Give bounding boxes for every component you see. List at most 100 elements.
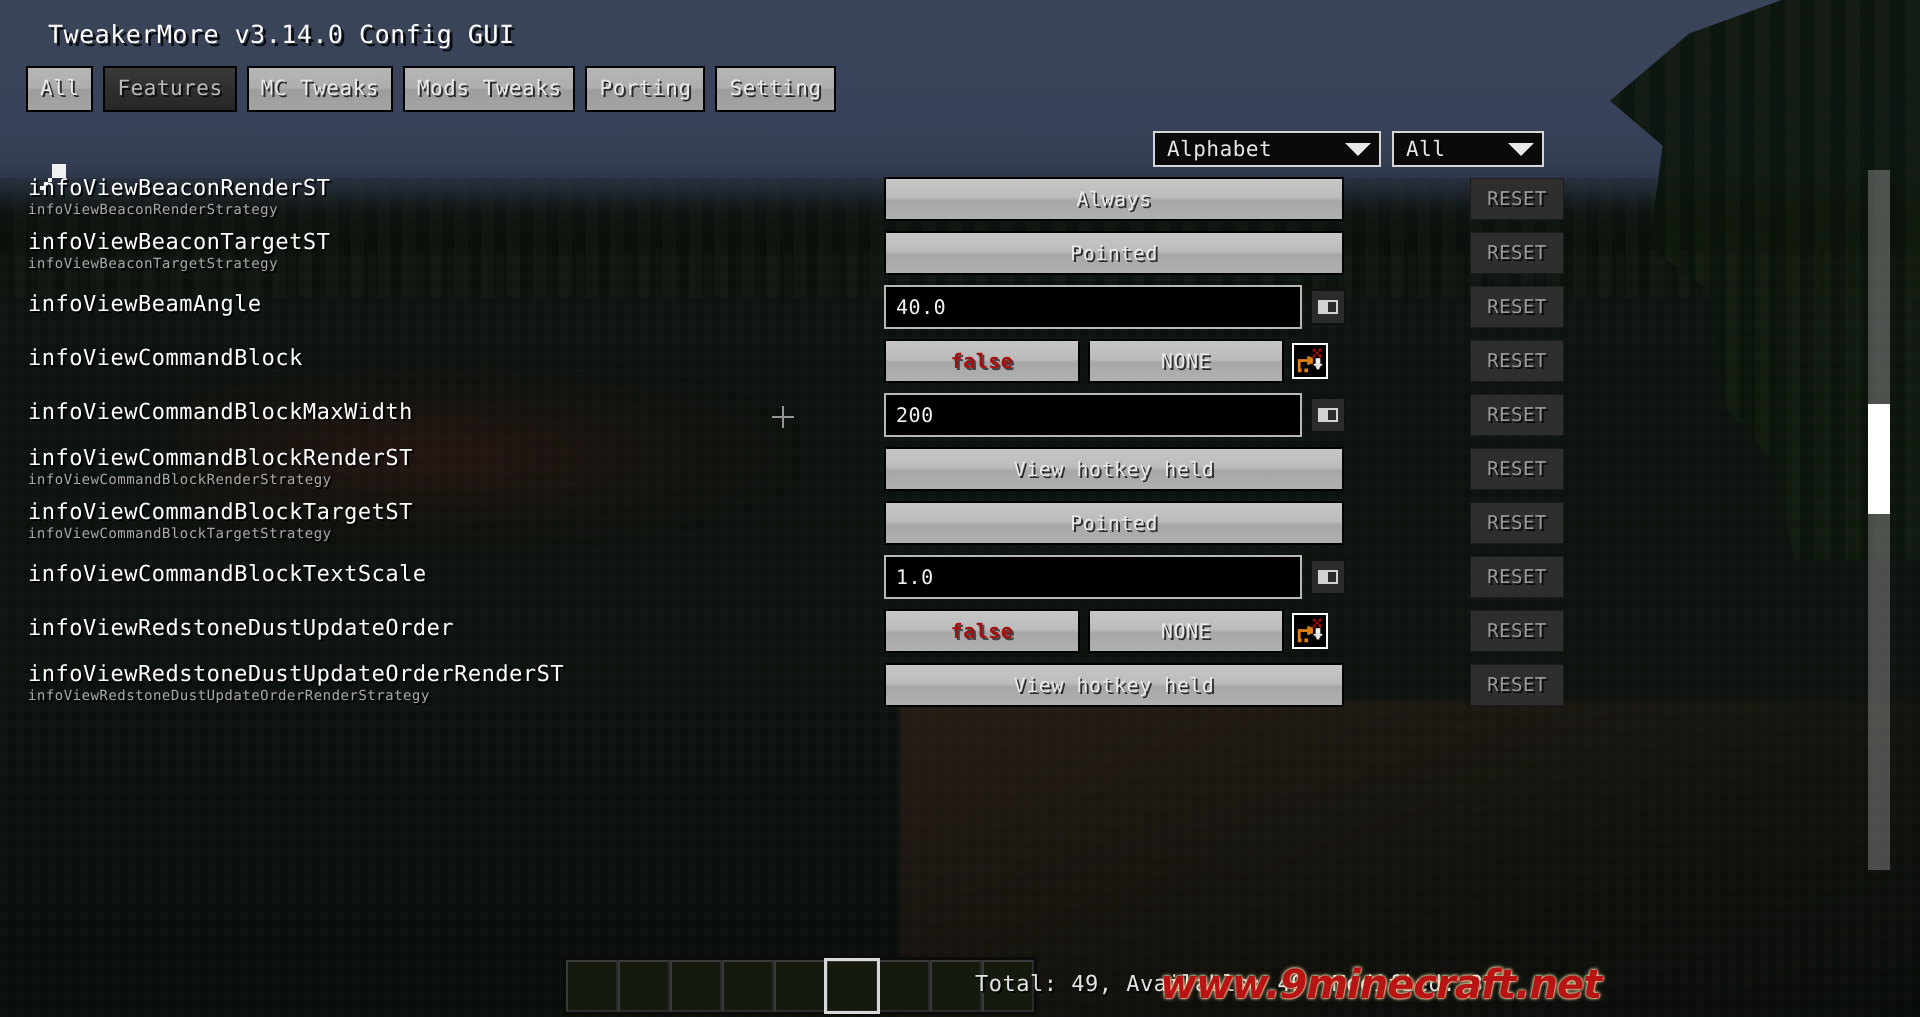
slider-toggle-glyph: [1318, 408, 1338, 422]
slider-toggle-glyph: [1318, 570, 1338, 584]
config-boolean-toggle[interactable]: false: [884, 339, 1080, 383]
tab-setting[interactable]: Setting: [715, 66, 836, 112]
config-entry-label-group: infoViewBeaconTargetST infoViewBeaconTarg…: [28, 232, 330, 272]
reset-button[interactable]: RESET: [1470, 178, 1564, 220]
config-entry-subtitle: infoViewCommandBlockRenderStrategy: [28, 472, 332, 488]
hotbar-slot[interactable]: [878, 960, 930, 1012]
config-entry-name: infoViewCommandBlockMaxWidth: [28, 400, 413, 425]
sort-order-dropdown[interactable]: Alphabet: [1153, 131, 1381, 167]
config-entry-label-group: infoViewBeaconRenderST infoViewBeaconRend…: [28, 176, 331, 218]
reset-button[interactable]: RESET: [1470, 232, 1564, 274]
hotbar-slot[interactable]: [824, 958, 880, 1014]
config-entry-list: infoViewBeaconRenderST infoViewBeaconRend…: [0, 172, 1870, 884]
config-value-input[interactable]: 1.0: [884, 555, 1302, 599]
config-gui-overlay: TweakerMore v3.14.0 Config GUI All Featur…: [0, 0, 1920, 1017]
config-entry-label-group: infoViewRedstoneDustUpdateOrder: [28, 618, 454, 640]
reset-button[interactable]: RESET: [1470, 664, 1564, 706]
config-entry-name: infoViewCommandBlockTextScale: [28, 562, 427, 587]
config-entry-row: infoViewBeamAngle 40.0 RESET: [0, 280, 1870, 334]
config-boolean-toggle[interactable]: false: [884, 609, 1080, 653]
reset-button[interactable]: RESET: [1470, 610, 1564, 652]
config-entry-row: infoViewCommandBlock false NONE RESET: [0, 334, 1870, 388]
tab-porting[interactable]: Porting: [585, 66, 706, 112]
tab-all[interactable]: All: [26, 66, 94, 112]
hotbar-slot[interactable]: [670, 960, 722, 1012]
config-entry-label-group: infoViewBeamAngle: [28, 294, 262, 316]
tab-mc-tweaks[interactable]: MC Tweaks: [246, 66, 393, 112]
config-keybind-button[interactable]: NONE: [1088, 609, 1284, 653]
page-title: TweakerMore v3.14.0 Config GUI: [48, 20, 515, 49]
config-entry-row: infoViewBeaconTargetST infoViewBeaconTarg…: [0, 226, 1870, 280]
config-entry-controls: false NONE: [884, 339, 1328, 383]
slider-toggle-icon[interactable]: [1310, 397, 1346, 433]
chevron-down-icon: [1345, 142, 1371, 156]
config-entry-row: infoViewCommandBlockRenderST infoViewComm…: [0, 442, 1870, 496]
config-value-button[interactable]: Pointed: [884, 501, 1344, 545]
reset-button[interactable]: RESET: [1470, 286, 1564, 328]
reset-button[interactable]: RESET: [1470, 394, 1564, 436]
config-value-button[interactable]: Always: [884, 177, 1344, 221]
config-value-button[interactable]: View hotkey held: [884, 663, 1344, 707]
config-entry-controls: 200: [884, 393, 1346, 437]
chevron-down-icon: [1508, 142, 1534, 156]
config-entry-name: infoViewRedstoneDustUpdateOrderRenderST: [28, 662, 565, 687]
reset-button[interactable]: RESET: [1470, 448, 1564, 490]
keybind-settings-icon[interactable]: [1292, 613, 1328, 649]
hotbar-slot[interactable]: [774, 960, 826, 1012]
config-entry-row: infoViewCommandBlockTextScale 1.0 RESET: [0, 550, 1870, 604]
config-entry-controls: Pointed: [884, 501, 1344, 545]
keybind-settings-icon[interactable]: [1292, 343, 1328, 379]
scrollbar-thumb[interactable]: [1868, 404, 1890, 514]
tab-mods-tweaks[interactable]: Mods Tweaks: [402, 66, 576, 112]
hotbar-slot[interactable]: [618, 960, 670, 1012]
config-entry-controls: Pointed: [884, 231, 1344, 275]
config-entry-subtitle: infoViewBeaconTargetStrategy: [28, 256, 279, 272]
config-entry-row: infoViewRedstoneDustUpdateOrderRenderST i…: [0, 658, 1870, 712]
config-entry-subtitle: infoViewBeaconRenderStrategy: [28, 202, 279, 218]
config-entry-name: infoViewCommandBlockRenderST: [28, 446, 413, 471]
hotbar-slot[interactable]: [566, 960, 618, 1012]
config-entry-row: infoViewBeaconRenderST infoViewBeaconRend…: [0, 172, 1870, 226]
config-entry-controls: 1.0: [884, 555, 1346, 599]
config-entry-subtitle: infoViewRedstoneDustUpdateOrderRenderStr…: [28, 688, 430, 704]
config-entry-name: infoViewRedstoneDustUpdateOrder: [28, 616, 455, 641]
tab-features[interactable]: Features: [103, 66, 237, 112]
category-tab-bar: All Features MC Tweaks Mods Tweaks Porting Se…: [26, 66, 836, 112]
config-entry-name: infoViewBeaconRenderST: [28, 176, 331, 201]
config-entry-subtitle: infoViewCommandBlockTargetStrategy: [28, 526, 332, 542]
reset-button[interactable]: RESET: [1470, 340, 1564, 382]
list-scrollbar[interactable]: [1868, 170, 1890, 870]
config-entry-name: infoViewBeamAngle: [28, 292, 262, 317]
config-value-input[interactable]: 40.0: [884, 285, 1302, 329]
sort-order-value: Alphabet: [1167, 137, 1273, 161]
config-entry-label-group: infoViewCommandBlockTextScale: [28, 564, 427, 586]
config-entry-label-group: infoViewRedstoneDustUpdateOrderRenderST i…: [28, 662, 565, 704]
config-value-input[interactable]: 200: [884, 393, 1302, 437]
slider-toggle-icon[interactable]: [1310, 289, 1346, 325]
config-entry-name: infoViewCommandBlockTargetST: [28, 500, 413, 525]
config-entry-row: infoViewCommandBlockTargetST infoViewComm…: [0, 496, 1870, 550]
reset-button[interactable]: RESET: [1470, 556, 1564, 598]
config-keybind-button[interactable]: NONE: [1088, 339, 1284, 383]
config-entry-label-group: infoViewCommandBlockRenderST infoViewComm…: [28, 446, 413, 488]
slider-toggle-icon[interactable]: [1310, 559, 1346, 595]
config-entry-row: infoViewCommandBlockMaxWidth 200 RESET: [0, 388, 1870, 442]
config-entry-controls: Always: [884, 177, 1344, 221]
screenshot-root: TweakerMore v3.14.0 Config GUI All Featur…: [0, 0, 1920, 1017]
config-entry-row: infoViewRedstoneDustUpdateOrder false NONE…: [0, 604, 1870, 658]
config-entry-controls: View hotkey held: [884, 447, 1344, 491]
config-value-button[interactable]: View hotkey held: [884, 447, 1344, 491]
hotbar-slot[interactable]: [722, 960, 774, 1012]
config-value-button[interactable]: Pointed: [884, 231, 1344, 275]
slider-toggle-glyph: [1318, 300, 1338, 314]
filter-value: All: [1406, 137, 1446, 161]
reset-button[interactable]: RESET: [1470, 502, 1564, 544]
filter-dropdown[interactable]: All: [1392, 131, 1544, 167]
config-entry-controls: false NONE: [884, 609, 1328, 653]
config-entry-label-group: infoViewCommandBlock: [28, 348, 303, 370]
config-entry-label-group: infoViewCommandBlockTargetST infoViewComm…: [28, 500, 413, 542]
config-entry-label-group: infoViewCommandBlockMaxWidth: [28, 402, 413, 424]
config-entry-controls: 40.0: [884, 285, 1346, 329]
config-entry-controls: View hotkey held: [884, 663, 1344, 707]
status-bar-text: Total: 49, Available: 49, Modified: 3: [975, 972, 1484, 997]
